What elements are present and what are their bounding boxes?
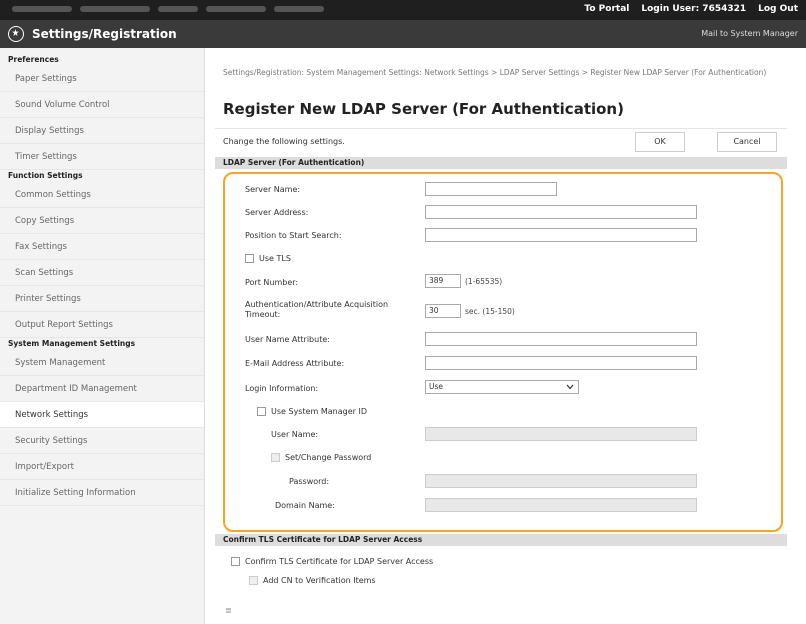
position-search-input[interactable]: [425, 228, 697, 242]
blurred-breadcrumb: [0, 6, 380, 14]
row-domain-name: Domain Name:: [225, 495, 785, 515]
page-title: Register New LDAP Server (For Authentica…: [223, 100, 624, 118]
section-tls-header: Confirm TLS Certificate for LDAP Server …: [215, 534, 787, 546]
sidebar-item-sound-volume[interactable]: Sound Volume Control: [0, 92, 204, 118]
timeout-range-text: sec. (15-150): [465, 307, 515, 316]
email-attribute-label: E-Mail Address Attribute:: [245, 359, 345, 368]
row-login-info: Login Information: Use: [225, 378, 785, 398]
domain-name-input[interactable]: [425, 498, 697, 512]
sidebar-group-function: Function Settings: [8, 171, 83, 180]
server-address-label: Server Address:: [245, 208, 309, 217]
port-number-label: Port Number:: [245, 278, 299, 287]
use-tls-checkbox[interactable]: [245, 254, 254, 263]
action-row: Change the following settings. OK Cancel: [215, 128, 787, 154]
row-set-change-password: Set/Change Password: [225, 448, 785, 468]
top-bar: To Portal Login User: 7654321 Log Out: [0, 0, 806, 20]
row-confirm-tls: Confirm TLS Certificate for LDAP Server …: [215, 552, 775, 572]
login-info-value: Use: [429, 382, 444, 391]
position-search-label: Position to Start Search:: [245, 231, 342, 240]
email-attribute-input[interactable]: [425, 356, 697, 370]
section-ldap-header: LDAP Server (For Authentication): [215, 157, 787, 169]
sidebar-item-copy-settings[interactable]: Copy Settings: [0, 208, 204, 234]
sidebar-item-department-id[interactable]: Department ID Management: [0, 376, 204, 402]
server-name-label: Server Name:: [245, 185, 301, 194]
sidebar-item-display-settings[interactable]: Display Settings: [0, 118, 204, 144]
row-password: Password:: [225, 471, 785, 491]
row-user-name: User Name:: [225, 424, 785, 444]
settings-icon: [8, 26, 24, 42]
ok-button[interactable]: OK: [635, 132, 685, 152]
page-end-marker: ≣: [225, 606, 232, 615]
sidebar-item-printer-settings[interactable]: Printer Settings: [0, 286, 204, 312]
domain-name-label: Domain Name:: [275, 501, 335, 510]
port-number-input[interactable]: 389: [425, 274, 461, 288]
sidebar-group-system-management: System Management Settings: [8, 339, 136, 348]
description-text: Change the following settings.: [223, 137, 345, 146]
use-tls-label: Use TLS: [259, 254, 291, 263]
row-user-name-attr: User Name Attribute:: [225, 330, 785, 350]
sidebar-item-network-settings[interactable]: Network Settings: [0, 402, 204, 428]
user-name-input[interactable]: [425, 427, 697, 441]
row-server-name: Server Name:: [225, 180, 785, 200]
server-name-input[interactable]: [425, 182, 557, 196]
login-info-select[interactable]: Use: [425, 380, 579, 394]
add-cn-label: Add CN to Verification Items: [263, 576, 376, 585]
sidebar-item-output-report[interactable]: Output Report Settings: [0, 312, 204, 338]
set-change-password-label: Set/Change Password: [285, 453, 372, 462]
cancel-button[interactable]: Cancel: [717, 132, 777, 152]
row-use-tls: Use TLS: [225, 250, 785, 270]
sidebar-item-initialize[interactable]: Initialize Setting Information: [0, 480, 204, 506]
breadcrumb: Settings/Registration: System Management…: [223, 68, 767, 77]
login-info-label: Login Information:: [245, 384, 319, 393]
sidebar-item-import-export[interactable]: Import/Export: [0, 454, 204, 480]
mail-to-manager-link[interactable]: Mail to System Manager: [701, 29, 798, 38]
timeout-input[interactable]: 30: [425, 304, 461, 318]
login-user-text: Login User: 7654321: [641, 4, 747, 14]
logout-link[interactable]: Log Out: [758, 4, 798, 14]
ldap-settings-highlight: Server Name: Server Address: Position to…: [223, 172, 783, 532]
header-bar: Settings/Registration Mail to System Man…: [0, 20, 806, 48]
user-name-attribute-label: User Name Attribute:: [245, 335, 330, 344]
sidebar-item-fax-settings[interactable]: Fax Settings: [0, 234, 204, 260]
to-portal-link[interactable]: To Portal: [584, 4, 629, 14]
server-address-input[interactable]: [425, 205, 697, 219]
sidebar-group-preferences: Preferences: [8, 55, 59, 64]
use-system-manager-label: Use System Manager ID: [271, 407, 367, 416]
use-system-manager-checkbox[interactable]: [257, 407, 266, 416]
add-cn-checkbox[interactable]: [249, 576, 258, 585]
sidebar: Preferences Paper Settings Sound Volume …: [0, 48, 205, 624]
sidebar-item-system-management[interactable]: System Management: [0, 350, 204, 376]
chevron-down-icon: [566, 384, 574, 390]
row-position-search: Position to Start Search:: [225, 226, 785, 246]
sidebar-item-timer-settings[interactable]: Timer Settings: [0, 144, 204, 170]
sidebar-item-paper-settings[interactable]: Paper Settings: [0, 66, 204, 92]
row-email-attr: E-Mail Address Attribute:: [225, 354, 785, 374]
password-input[interactable]: [425, 474, 697, 488]
timeout-label: Authentication/Attribute Acquisition Tim…: [245, 300, 389, 319]
row-timeout: Authentication/Attribute Acquisition Tim…: [225, 298, 785, 324]
row-use-system-manager: Use System Manager ID: [225, 402, 785, 422]
port-range-text: (1-65535): [465, 277, 503, 286]
sidebar-item-security-settings[interactable]: Security Settings: [0, 428, 204, 454]
sidebar-item-common-settings[interactable]: Common Settings: [0, 182, 204, 208]
row-server-address: Server Address:: [225, 203, 785, 223]
set-change-password-checkbox[interactable]: [271, 453, 280, 462]
confirm-tls-checkbox[interactable]: [231, 557, 240, 566]
user-name-attribute-input[interactable]: [425, 332, 697, 346]
confirm-tls-label: Confirm TLS Certificate for LDAP Server …: [245, 557, 434, 566]
page-header-title: Settings/Registration: [32, 27, 177, 41]
sidebar-item-scan-settings[interactable]: Scan Settings: [0, 260, 204, 286]
user-name-label: User Name:: [271, 430, 319, 439]
row-add-cn: Add CN to Verification Items: [215, 572, 775, 592]
password-label: Password:: [289, 477, 330, 486]
row-port-number: Port Number: 389 (1-65535): [225, 272, 785, 292]
